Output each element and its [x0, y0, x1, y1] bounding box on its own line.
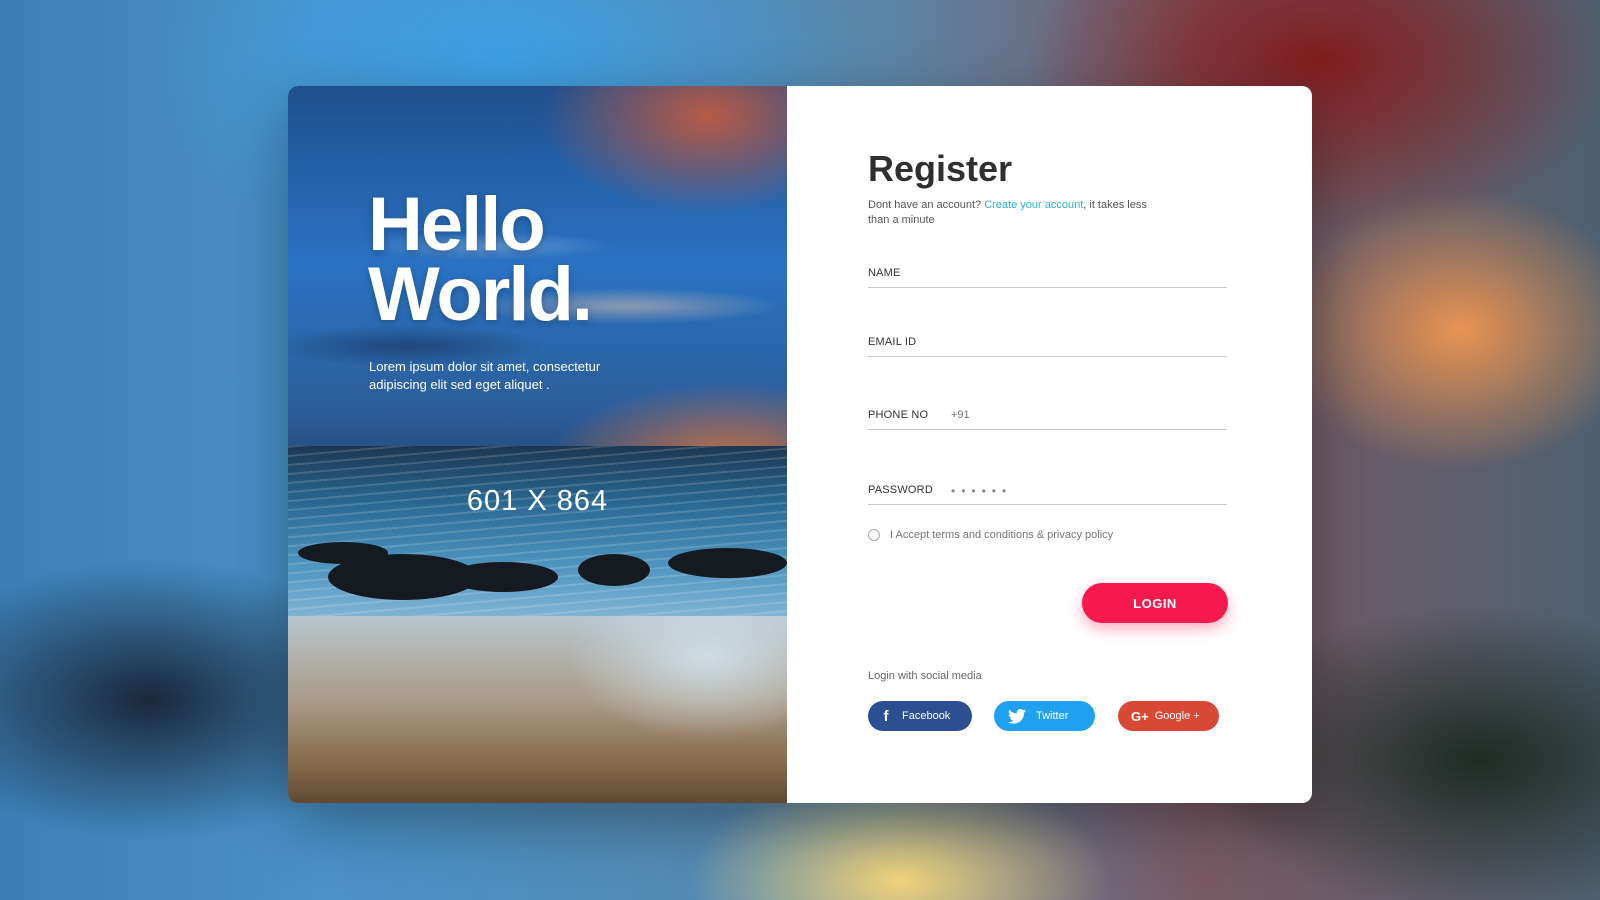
- page-title: Register: [868, 148, 1013, 189]
- google-plus-icon: G+: [1131, 708, 1149, 724]
- facebook-label: Facebook: [902, 710, 951, 722]
- phone-input[interactable]: [868, 399, 1231, 431]
- image-dimension-label: 601 X 864: [466, 485, 609, 517]
- email-field[interactable]: EMAIL ID: [868, 326, 1231, 358]
- name-input[interactable]: [868, 257, 1231, 289]
- register-form: Register Dont have an account? Create yo…: [787, 86, 1312, 803]
- hero-heading-line1: Hello: [368, 182, 546, 267]
- login-button[interactable]: LOGIN: [1082, 583, 1228, 623]
- google-label: Google +: [1154, 710, 1200, 722]
- hero-sand: [288, 616, 787, 803]
- twitter-label: Twitter: [1036, 710, 1069, 722]
- terms-checkbox[interactable]: I Accept terms and conditions & privacy …: [868, 527, 1113, 543]
- create-account-link[interactable]: Create your account: [984, 199, 1083, 211]
- phone-field[interactable]: PHONE NO +91: [868, 399, 1231, 431]
- name-field[interactable]: NAME: [868, 257, 1231, 289]
- password-input[interactable]: [868, 474, 1231, 506]
- google-login-button[interactable]: G+ Google +: [1118, 701, 1219, 731]
- social-login-label: Login with social media: [868, 670, 982, 682]
- register-subtitle: Dont have an account? Create your accoun…: [868, 198, 1148, 228]
- register-card: Hello World. Lorem ipsum dolor sit amet,…: [288, 86, 1312, 803]
- facebook-icon: f: [883, 707, 889, 725]
- twitter-login-button[interactable]: Twitter: [994, 701, 1095, 731]
- terms-label: I Accept terms and conditions & privacy …: [890, 529, 1114, 541]
- hero-heading-line2: World.: [368, 252, 593, 337]
- hero-rock: [298, 542, 388, 564]
- twitter-icon: [1008, 708, 1026, 724]
- hero-rock: [668, 548, 787, 578]
- hero-rock: [448, 562, 558, 592]
- hero-description: Lorem ipsum dolor sit amet, consectetur …: [369, 359, 601, 392]
- subtitle-prefix: Dont have an account?: [868, 199, 985, 211]
- facebook-login-button[interactable]: f Facebook: [868, 701, 972, 731]
- password-field[interactable]: PASSWORD ••••••: [868, 474, 1231, 506]
- hero-panel: Hello World. Lorem ipsum dolor sit amet,…: [288, 86, 787, 803]
- email-input[interactable]: [868, 326, 1231, 358]
- hero-heading: Hello World.: [368, 182, 593, 337]
- radio-icon[interactable]: [868, 529, 880, 541]
- hero-rock: [578, 554, 650, 586]
